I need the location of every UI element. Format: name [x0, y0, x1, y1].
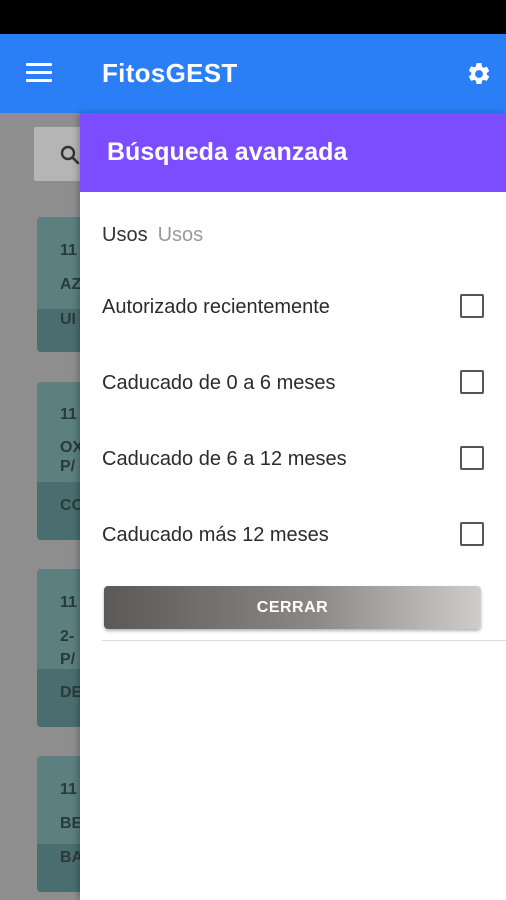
background-card-text: 2-	[60, 628, 75, 645]
divider	[102, 640, 506, 641]
drawer-header: Búsqueda avanzada	[80, 113, 506, 192]
recent-checkbox[interactable]	[460, 294, 484, 318]
close-button[interactable]: CERRAR	[104, 586, 481, 629]
background-card-text: DE	[60, 684, 83, 701]
advanced-search-drawer: Búsqueda avanzada Usos Usos Autorizado re…	[80, 113, 506, 900]
gear-icon[interactable]	[466, 61, 492, 87]
filter-option-expired-0-6[interactable]: Caducado de 0 a 6 meses	[102, 370, 484, 400]
option-label: Caducado de 0 a 6 meses	[102, 372, 336, 394]
usos-field[interactable]: Usos Usos	[102, 224, 203, 247]
background-card-text: P/	[60, 651, 76, 668]
drawer-title: Búsqueda avanzada	[107, 138, 348, 166]
search-icon	[60, 145, 80, 165]
app-bar: FitosGEST	[0, 34, 506, 113]
filter-option-recent[interactable]: Autorizado recientemente	[102, 294, 484, 324]
expired-12-plus-checkbox[interactable]	[460, 522, 484, 546]
background-card-text: BE	[60, 815, 83, 832]
background-card-text: 11	[60, 594, 77, 611]
background-card-text: 11	[60, 781, 77, 798]
background-card-text: AZ	[60, 276, 82, 293]
option-label: Caducado más 12 meses	[102, 524, 329, 546]
background-card-text: P/	[60, 458, 76, 475]
background-card-text: 11	[60, 406, 77, 423]
filter-option-expired-6-12[interactable]: Caducado de 6 a 12 meses	[102, 446, 484, 476]
status-bar	[0, 0, 506, 34]
usos-label: Usos	[102, 224, 148, 246]
filter-option-expired-12-plus[interactable]: Caducado más 12 meses	[102, 522, 484, 552]
usos-input[interactable]: Usos	[158, 224, 204, 246]
background-card-text: 11	[60, 242, 77, 259]
hamburger-menu-icon[interactable]	[26, 63, 52, 83]
option-label: Autorizado recientemente	[102, 296, 330, 318]
option-label: Caducado de 6 a 12 meses	[102, 448, 347, 470]
background-card-text: UI	[60, 311, 76, 328]
expired-0-6-checkbox[interactable]	[460, 370, 484, 394]
expired-6-12-checkbox[interactable]	[460, 446, 484, 470]
app-title: FitosGEST	[102, 58, 238, 88]
